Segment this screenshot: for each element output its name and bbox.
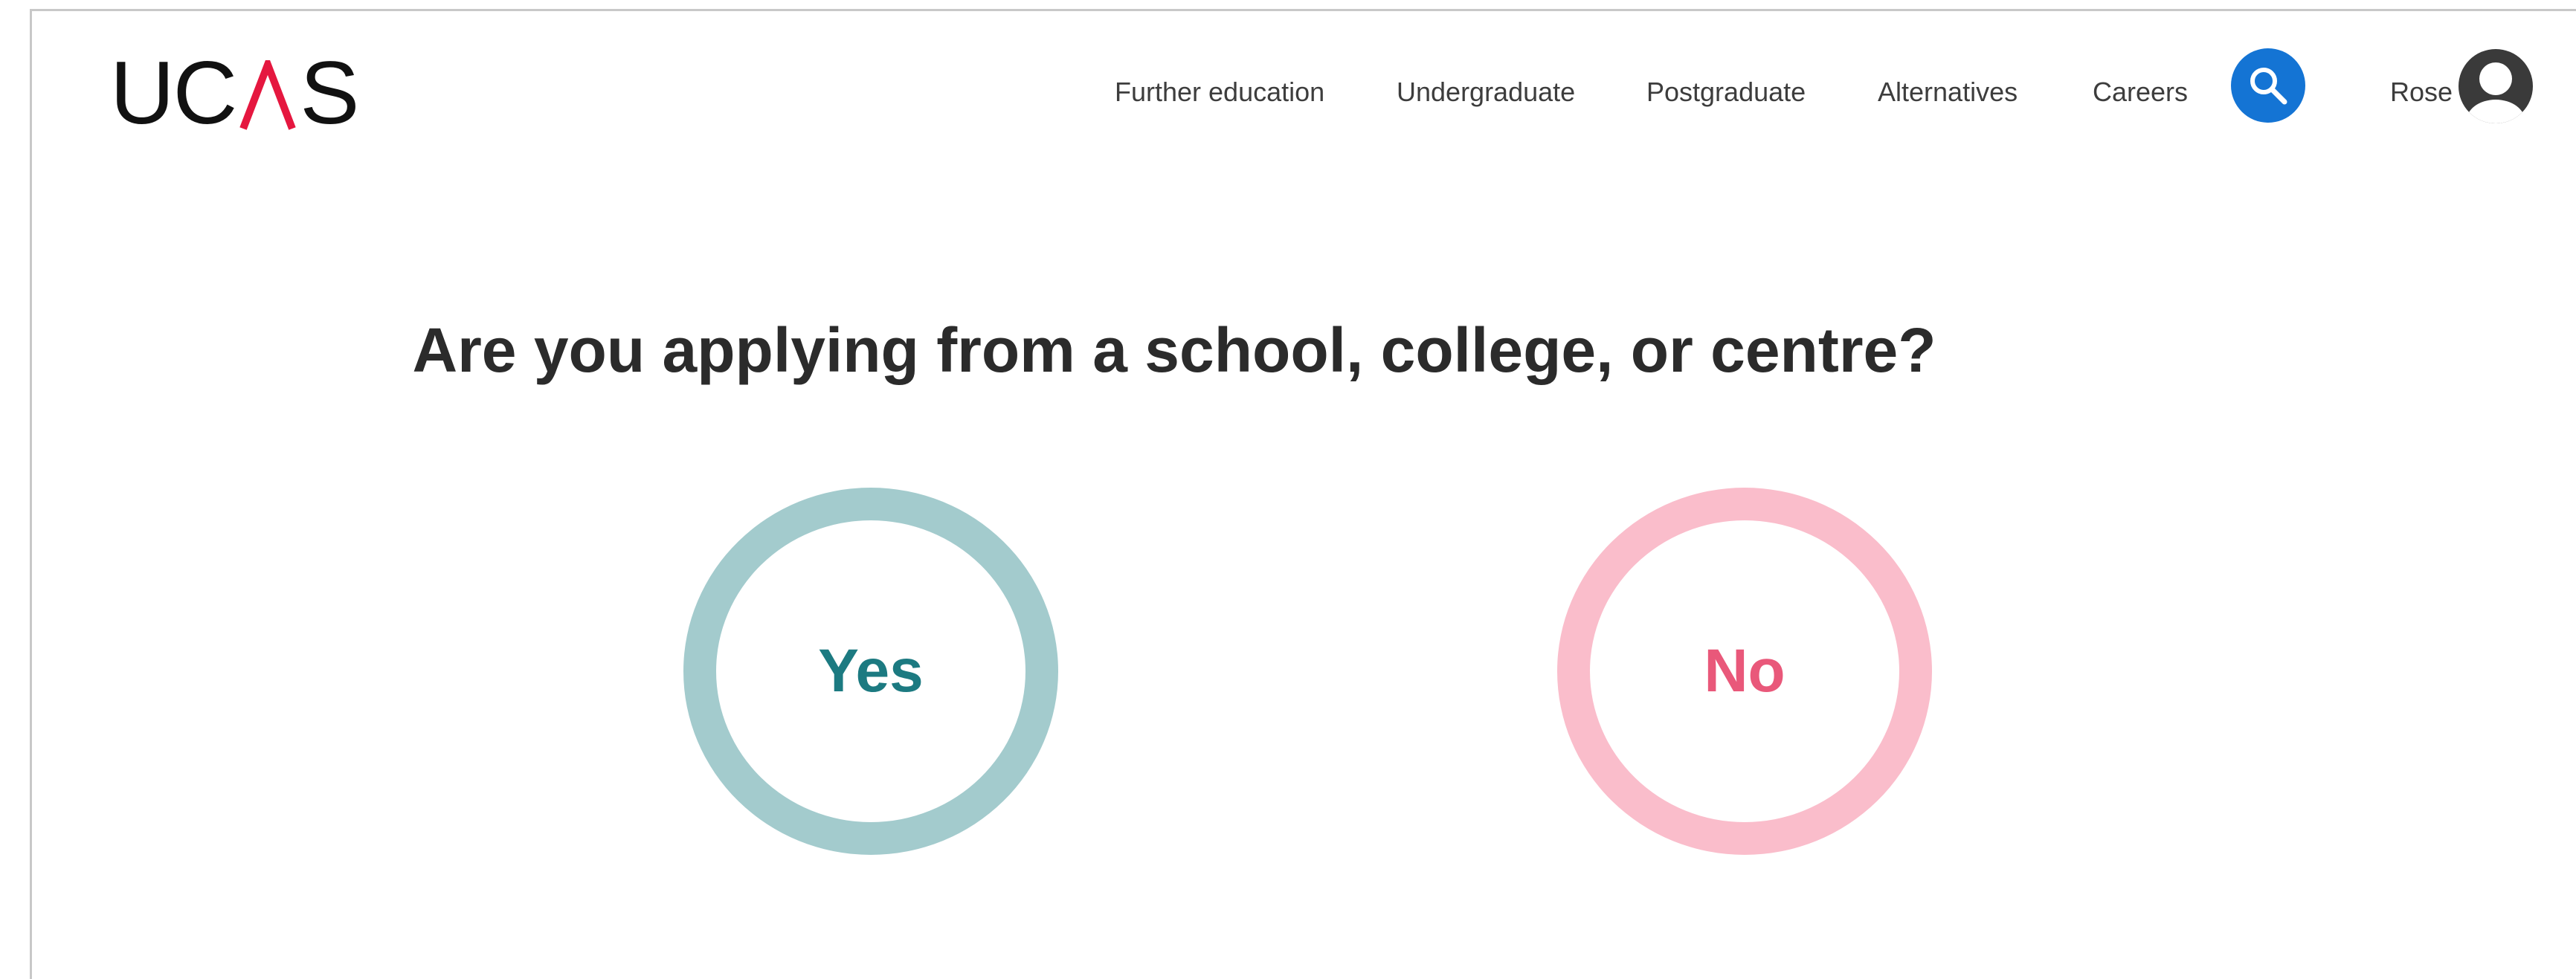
no-option-label: No [1704, 637, 1786, 705]
user-name[interactable]: Rose [2390, 77, 2453, 108]
search-button[interactable] [2231, 48, 2305, 123]
nav-undergraduate[interactable]: Undergraduate [1397, 77, 1575, 108]
nav-alternatives[interactable]: Alternatives [1878, 77, 2018, 108]
nav-careers[interactable]: Careers [2093, 77, 2188, 108]
nav-further-education[interactable]: Further education [1115, 77, 1324, 108]
page-frame: U C S Further education Undergraduate Po… [30, 9, 2576, 979]
yes-option-button[interactable]: Yes [683, 488, 1058, 855]
user-avatar-icon[interactable] [2459, 49, 2533, 123]
yes-option-label: Yes [818, 637, 924, 705]
nav-postgraduate[interactable]: Postgraduate [1646, 77, 1806, 108]
main-navigation: Further education Undergraduate Postgrad… [32, 56, 2576, 130]
no-option-button[interactable]: No [1557, 488, 1932, 855]
page-question: Are you applying from a school, college,… [412, 315, 1936, 386]
search-icon [2250, 68, 2287, 105]
